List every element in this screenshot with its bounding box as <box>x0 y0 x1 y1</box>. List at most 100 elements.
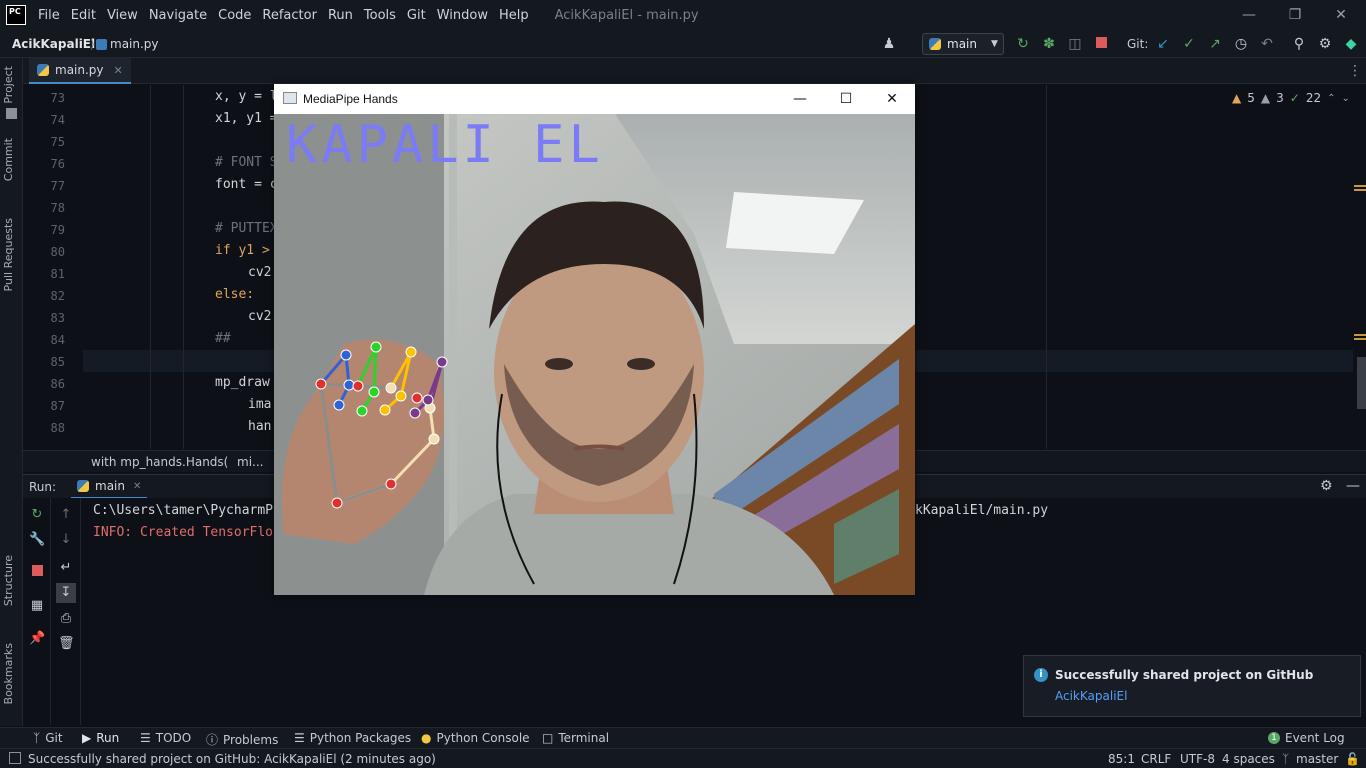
rerun-icon[interactable]: ↻ <box>29 507 45 523</box>
mediapipe-titlebar[interactable]: MediaPipe Hands — ☐ ✕ <box>274 84 915 114</box>
soft-wrap-icon[interactable]: ↵ <box>58 560 74 576</box>
file-encoding[interactable]: UTF-8 <box>1180 752 1215 766</box>
pull-requests-tool-tab[interactable]: Pull Requests <box>2 218 15 291</box>
arrow-down-icon[interactable]: ↓ <box>58 532 74 548</box>
line-separator[interactable]: CRLF <box>1141 752 1171 766</box>
code-line[interactable]: font = c <box>215 177 278 192</box>
commit-tool-tab[interactable]: Commit <box>2 138 15 181</box>
user-icon[interactable]: ♟ <box>880 35 898 53</box>
line-number[interactable]: 76 <box>23 157 65 171</box>
menu-edit[interactable]: Edit <box>69 8 98 23</box>
line-number[interactable]: 80 <box>23 245 65 259</box>
menu-git[interactable]: Git <box>405 8 428 23</box>
code-line[interactable]: ima <box>248 397 271 412</box>
breadcrumb-project[interactable]: AcikKapaliEl <box>12 37 95 51</box>
minimize-icon[interactable]: — <box>1226 0 1272 30</box>
line-number[interactable]: 81 <box>23 267 65 281</box>
layout-icon[interactable]: ▦ <box>29 598 45 614</box>
more-icon[interactable]: ⋮ <box>1348 63 1362 79</box>
arrow-up-icon[interactable]: ↑ <box>58 507 74 523</box>
line-number[interactable]: 82 <box>23 289 65 303</box>
line-number[interactable]: 77 <box>23 179 65 193</box>
toolwindow-terminal[interactable]: □ Terminal <box>542 731 609 745</box>
bookmarks-tool-tab[interactable]: Bookmarks <box>2 643 15 704</box>
menu-file[interactable]: File <box>36 8 62 23</box>
chevron-up-icon[interactable]: ⌃ <box>1327 93 1335 104</box>
line-number[interactable]: 85 <box>23 355 65 369</box>
rerun-icon[interactable]: ↻ <box>1014 35 1032 53</box>
indent-setting[interactable]: 4 spaces <box>1222 752 1275 766</box>
menu-window[interactable]: Window <box>435 8 490 23</box>
wrench-icon[interactable]: 🔧 <box>29 532 45 548</box>
lock-icon[interactable]: 🔓 <box>1345 752 1360 766</box>
code-line[interactable]: x, y = l <box>215 89 278 104</box>
notification-link[interactable]: AcikKapaliEl <box>1055 689 1127 703</box>
code-line[interactable]: # PUTTEX <box>215 221 278 236</box>
hide-panel-icon[interactable]: — <box>1346 478 1360 494</box>
menu-help[interactable]: Help <box>497 8 531 23</box>
settings-icon[interactable]: ⚙ <box>1316 35 1334 53</box>
vcs-branch[interactable]: master <box>1296 752 1338 766</box>
code-line[interactable]: mp_draw <box>215 375 270 390</box>
line-number[interactable]: 74 <box>23 113 65 127</box>
caret-position[interactable]: 85:1 <box>1108 752 1135 766</box>
toolwindow-problems[interactable]: ⓘ Problems <box>206 731 278 748</box>
status-message[interactable]: Successfully shared project on GitHub: A… <box>28 752 436 766</box>
menu-run[interactable]: Run <box>326 8 355 23</box>
code-context-breadcrumb-2[interactable]: mi... <box>237 455 263 469</box>
structure-tool-tab[interactable]: Structure <box>2 555 15 606</box>
warning-mark[interactable] <box>1354 334 1366 336</box>
plugin-icon[interactable]: ◆ <box>1342 35 1360 53</box>
menu-tools[interactable]: Tools <box>362 8 398 23</box>
run-config-select[interactable]: main ▼ <box>922 33 1004 55</box>
close-window-icon[interactable]: ✕ <box>869 84 915 114</box>
line-number[interactable]: 88 <box>23 421 65 435</box>
error-stripe[interactable] <box>1353 85 1366 449</box>
code-line[interactable]: if y1 > <box>215 243 270 258</box>
toggle-toolwindows-icon[interactable] <box>9 752 21 764</box>
git-update-icon[interactable]: ↙ <box>1154 35 1172 53</box>
restore-icon[interactable]: ❐ <box>1272 0 1318 30</box>
line-number[interactable]: 83 <box>23 311 65 325</box>
maximize-icon[interactable]: ☐ <box>823 84 869 114</box>
line-number[interactable]: 73 <box>23 91 65 105</box>
chevron-down-icon[interactable]: ⌄ <box>1341 93 1349 104</box>
code-line[interactable]: else: <box>215 287 254 302</box>
toolwindow-python-console[interactable]: ● Python Console <box>421 731 530 745</box>
search-icon[interactable]: ⚲ <box>1290 35 1308 53</box>
rollback-icon[interactable]: ↶ <box>1258 35 1276 53</box>
toolwindow-run[interactable]: ▶ Run <box>82 731 119 745</box>
editor-tab-main[interactable]: main.py ✕ <box>29 58 131 84</box>
toolwindow-git[interactable]: ᛉ Git <box>33 731 63 745</box>
close-tab-icon[interactable]: ✕ <box>114 64 123 77</box>
scroll-to-end-icon[interactable]: ↧ <box>56 583 76 603</box>
menu-refactor[interactable]: Refactor <box>260 8 319 23</box>
inspection-widget[interactable]: ▲ 5 ▲ 3 ✓ 22 ⌃ ⌄ <box>1232 91 1350 105</box>
toolwindow-todo[interactable]: ☰ TODO <box>140 731 191 745</box>
close-tab-icon[interactable]: ✕ <box>133 481 141 492</box>
coverage-icon[interactable]: ◫ <box>1066 35 1084 53</box>
minimize-icon[interactable]: — <box>777 84 823 114</box>
code-line[interactable]: ## <box>215 331 231 346</box>
warning-mark[interactable] <box>1354 185 1366 187</box>
trash-icon[interactable]: 🗑 <box>58 636 75 652</box>
menu-code[interactable]: Code <box>216 8 253 23</box>
line-number[interactable]: 78 <box>23 201 65 215</box>
line-number[interactable]: 79 <box>23 223 65 237</box>
toolwindow-python-packages[interactable]: ☰ Python Packages <box>294 731 411 745</box>
line-number[interactable]: 87 <box>23 399 65 413</box>
pin-icon[interactable]: 📌 <box>29 631 45 647</box>
breadcrumb-file[interactable]: main.py <box>110 37 159 51</box>
menu-view[interactable]: View <box>105 8 140 23</box>
warning-mark[interactable] <box>1354 189 1366 191</box>
run-tab-main[interactable]: main ✕ <box>71 475 148 499</box>
code-line[interactable]: x1, y1 = <box>215 111 278 126</box>
debug-icon[interactable]: ✽ <box>1040 35 1058 53</box>
line-number[interactable]: 86 <box>23 377 65 391</box>
line-number[interactable]: 84 <box>23 333 65 347</box>
code-line[interactable]: cv2 <box>248 265 271 280</box>
code-line[interactable]: cv2 <box>248 309 271 324</box>
history-icon[interactable]: ◷ <box>1232 35 1250 53</box>
code-line[interactable]: han <box>248 419 271 434</box>
settings-icon[interactable]: ⚙ <box>1320 478 1333 494</box>
